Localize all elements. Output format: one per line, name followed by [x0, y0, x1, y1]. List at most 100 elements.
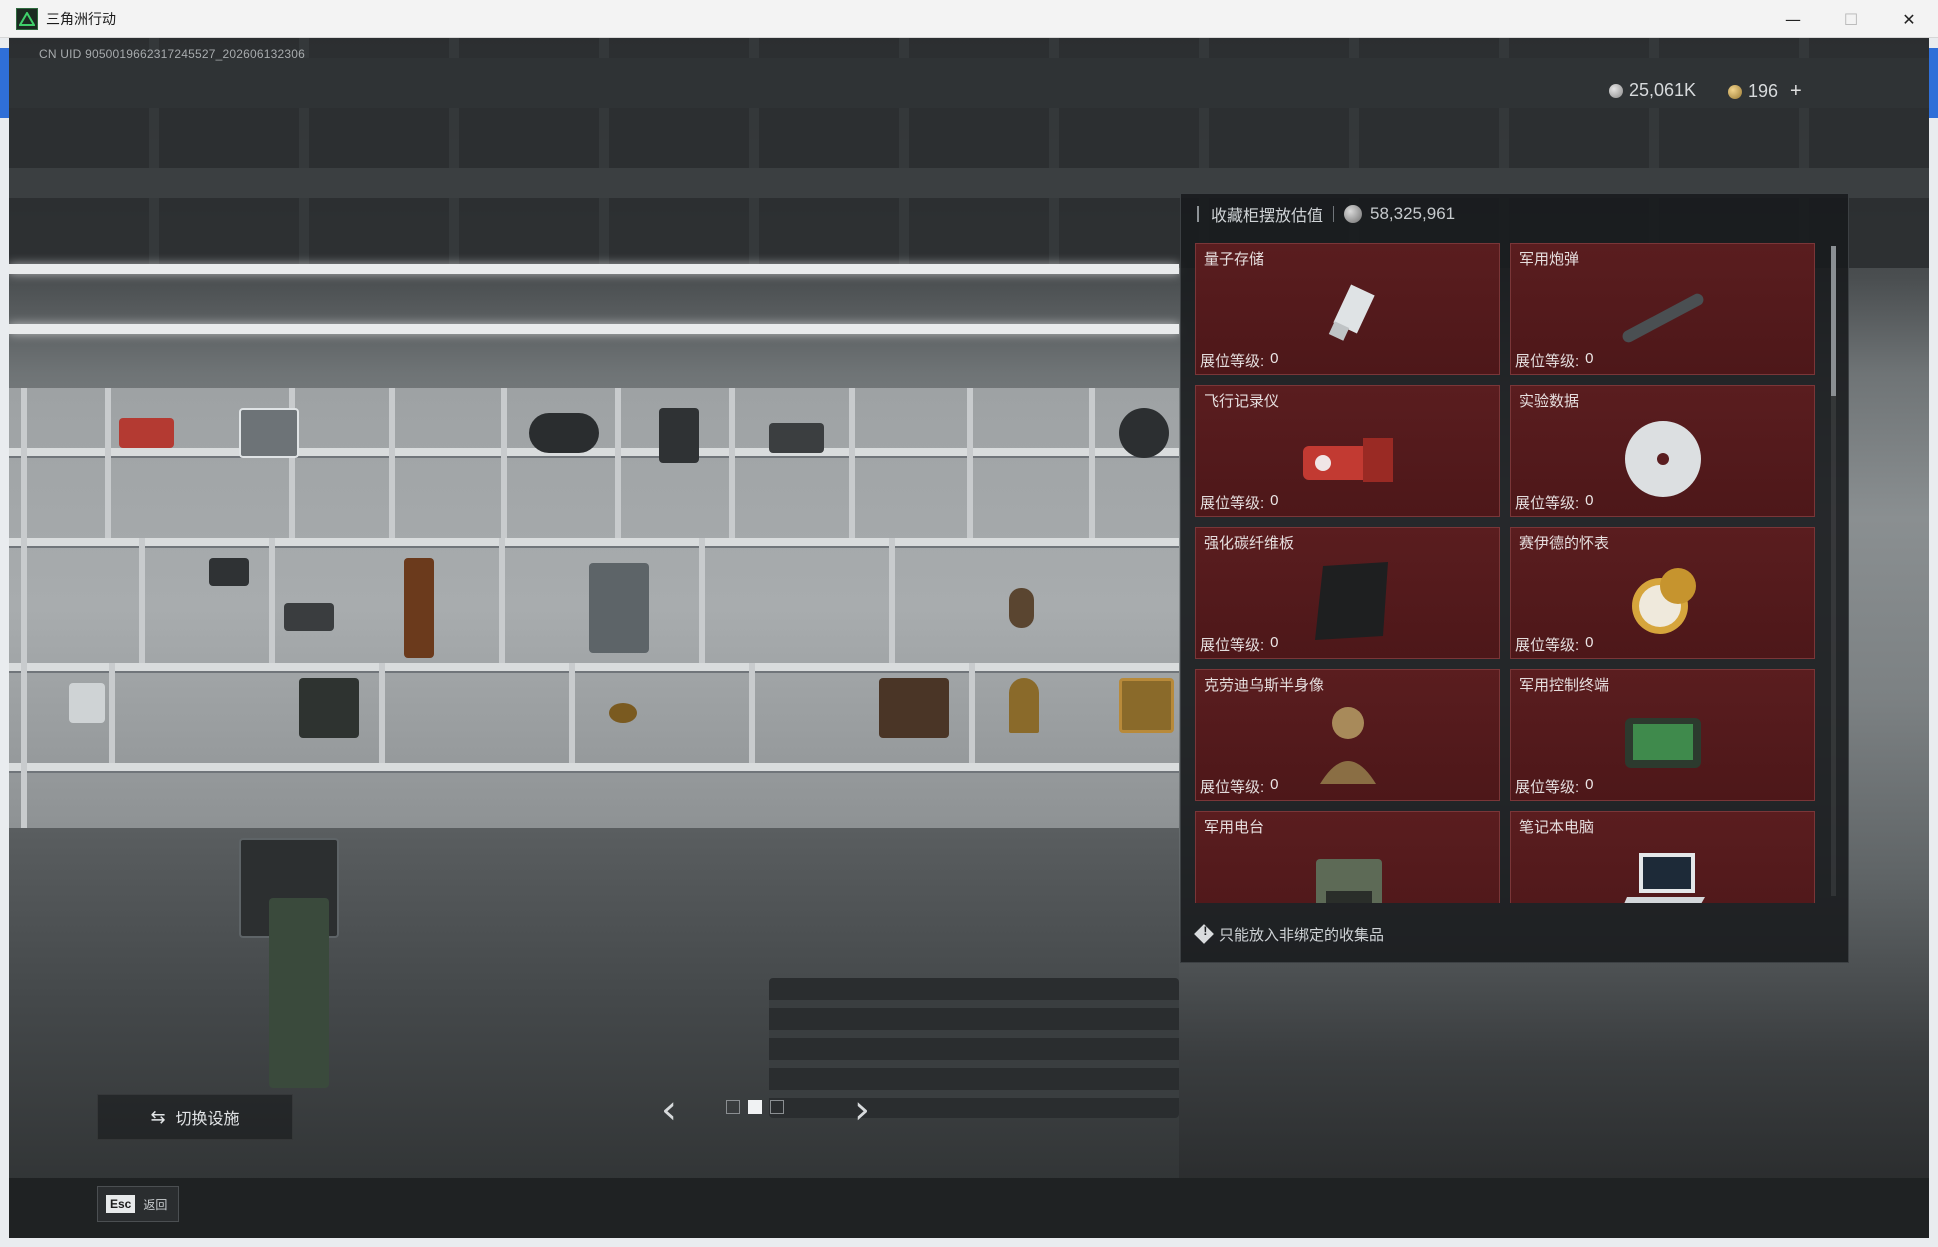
- card-item-name: 笔记本电脑: [1519, 819, 1595, 836]
- card-item-name: 实验数据: [1519, 393, 1580, 410]
- shelf-item-flight-recorder[interactable]: [119, 418, 174, 448]
- maximize-button[interactable]: ☐: [1822, 0, 1880, 38]
- collection-card[interactable]: 军用炮弹 展位等级: 0: [1510, 243, 1815, 375]
- bottom-bar: [9, 1178, 1929, 1238]
- card-item-name: 飞行记录仪: [1204, 393, 1280, 410]
- collection-panel: 收藏柜摆放估值 58,325,961 量子存储 展位等级: 0 军用炮弹 展位等级: 0 飞…: [1180, 193, 1849, 963]
- level-label: 展位等级:: [1515, 495, 1580, 512]
- shelf-item-laptop[interactable]: [239, 408, 299, 458]
- gold-coin-icon: [1728, 84, 1742, 99]
- shelf-item-drone[interactable]: [529, 413, 599, 453]
- card-item-name: 赛伊德的怀表: [1519, 535, 1610, 552]
- shelf-item-projector[interactable]: [1119, 408, 1169, 458]
- switch-icon: ⇆: [150, 1106, 166, 1128]
- panel-footer: 只能放入非绑定的收集品: [1181, 906, 1848, 962]
- shelf-post: [749, 663, 755, 763]
- shelf-post: [889, 538, 895, 663]
- level-label: 展位等级:: [1200, 353, 1265, 370]
- shelf-post: [379, 663, 385, 763]
- card-level: 展位等级: 0: [1515, 776, 1594, 797]
- shelf-post: [967, 388, 973, 538]
- scrollbar-thumb[interactable]: [1831, 246, 1836, 396]
- level-value: 0: [1270, 492, 1279, 509]
- collection-shelf[interactable]: [9, 388, 1179, 828]
- shelf-item-machine[interactable]: [589, 563, 649, 653]
- card-level: 展位等级: 0: [1515, 350, 1594, 371]
- terminal-stand: [269, 898, 329, 1088]
- card-item-name: 量子存储: [1204, 251, 1265, 268]
- valuation-coin-icon: [1344, 205, 1363, 223]
- usb-drive-icon: [1288, 277, 1408, 357]
- gold-amount: 196: [1748, 81, 1779, 101]
- pocket-watch-icon: [1603, 561, 1723, 641]
- header-divider: [1333, 206, 1335, 222]
- level-value: 0: [1270, 634, 1279, 651]
- artillery-shell-icon: [1603, 277, 1723, 357]
- collection-card[interactable]: 量子存储展位等级: 0: [1195, 243, 1500, 375]
- panel-scrollbar[interactable]: [1831, 246, 1836, 896]
- valuation-value: 58,325,961: [1370, 204, 1456, 223]
- card-item-name: 军用电台: [1204, 819, 1265, 836]
- collection-card[interactable]: 强化碳纤维板展位等级: 0: [1195, 527, 1500, 659]
- prev-page-button[interactable]: ‹: [661, 1090, 677, 1130]
- shelf-board: [9, 763, 1179, 773]
- shelf-item-gramophone[interactable]: [1009, 678, 1039, 733]
- level-value: 0: [1585, 492, 1594, 509]
- page-indicator: [726, 1100, 784, 1114]
- collection-card[interactable]: 飞行记录仪展位等级: 0: [1195, 385, 1500, 517]
- collection-card[interactable]: 军用电台展位等级:0: [1195, 811, 1500, 903]
- shelf-item-watch[interactable]: [609, 703, 637, 723]
- window-title: 三角洲行动: [46, 10, 116, 27]
- silver-coin-icon: [1609, 83, 1623, 98]
- app-logo-icon: [16, 7, 38, 30]
- collection-card[interactable]: 笔记本电脑展位等级:0: [1510, 811, 1815, 903]
- shelf-post: [729, 388, 735, 538]
- page-dot[interactable]: [748, 1100, 762, 1114]
- disc-icon: [1603, 419, 1723, 499]
- shelf-item-plate[interactable]: [69, 683, 105, 723]
- card-level: 展位等级: 0: [1200, 634, 1279, 655]
- back-button[interactable]: Esc 返回: [97, 1186, 179, 1222]
- level-value: 0: [1585, 776, 1594, 793]
- shelf-item-backpack[interactable]: [659, 408, 699, 463]
- switch-facility-label: 切换设施: [175, 1111, 240, 1128]
- window-titlebar: 三角洲行动 — ☐ ✕: [0, 0, 1938, 38]
- level-label: 展位等级:: [1200, 637, 1265, 654]
- shelf-item-robot-arm[interactable]: [404, 558, 434, 658]
- collection-grid-viewport[interactable]: 量子存储 展位等级: 0 军用炮弹 展位等级: 0 飞行记录仪 展位等级: 0 实验数据 展位等级:…: [1195, 243, 1815, 903]
- shelf-item-painting[interactable]: [1119, 678, 1174, 733]
- add-currency-button[interactable]: +: [1790, 80, 1802, 103]
- control-terminal-icon: [1603, 703, 1723, 783]
- shelf-item-terminal[interactable]: [299, 678, 359, 738]
- footer-hint: 只能放入非绑定的收集品: [1219, 926, 1385, 944]
- card-level: 展位等级: 0: [1200, 492, 1279, 513]
- next-page-button[interactable]: ›: [854, 1090, 870, 1130]
- shelf-item-radio[interactable]: [209, 558, 249, 586]
- shelf-post: [109, 663, 115, 763]
- level-value: 0: [1270, 350, 1279, 367]
- shelf-item-bust[interactable]: [1009, 588, 1034, 628]
- shelf-post: [105, 388, 111, 538]
- level-value: 0: [1270, 776, 1279, 793]
- silver-amount: 25,061K: [1629, 80, 1697, 100]
- card-item-name: 军用控制终端: [1519, 677, 1610, 694]
- close-button[interactable]: ✕: [1880, 0, 1938, 38]
- switch-facility-button[interactable]: ⇆ 切换设施: [97, 1094, 293, 1140]
- collection-card[interactable]: 克劳迪乌斯半身像 展位等级: 0: [1195, 669, 1500, 801]
- game-viewport: CN UID 9050019662317245527_202606132306 …: [9, 38, 1929, 1238]
- card-item-name: 强化碳纤维板: [1204, 535, 1295, 552]
- collection-card[interactable]: 实验数据展位等级: 0: [1510, 385, 1815, 517]
- minimize-button[interactable]: —: [1764, 0, 1822, 38]
- shelf-item-device[interactable]: [284, 603, 334, 631]
- page-dot[interactable]: [726, 1100, 740, 1114]
- shelf-board: [9, 538, 1179, 548]
- page-dot[interactable]: [770, 1100, 784, 1114]
- shelf-item-chess-board[interactable]: [879, 678, 949, 738]
- gold-currency: 196 +: [1728, 80, 1802, 103]
- shelf-post: [569, 663, 575, 763]
- collection-card[interactable]: 赛伊德的怀表 展位等级: 0: [1510, 527, 1815, 659]
- shelf-item-case[interactable]: [769, 423, 824, 453]
- esc-key: Esc: [106, 1195, 136, 1213]
- card-level: 展位等级: 0: [1515, 492, 1594, 513]
- collection-card[interactable]: 军用控制终端展位等级: 0: [1510, 669, 1815, 801]
